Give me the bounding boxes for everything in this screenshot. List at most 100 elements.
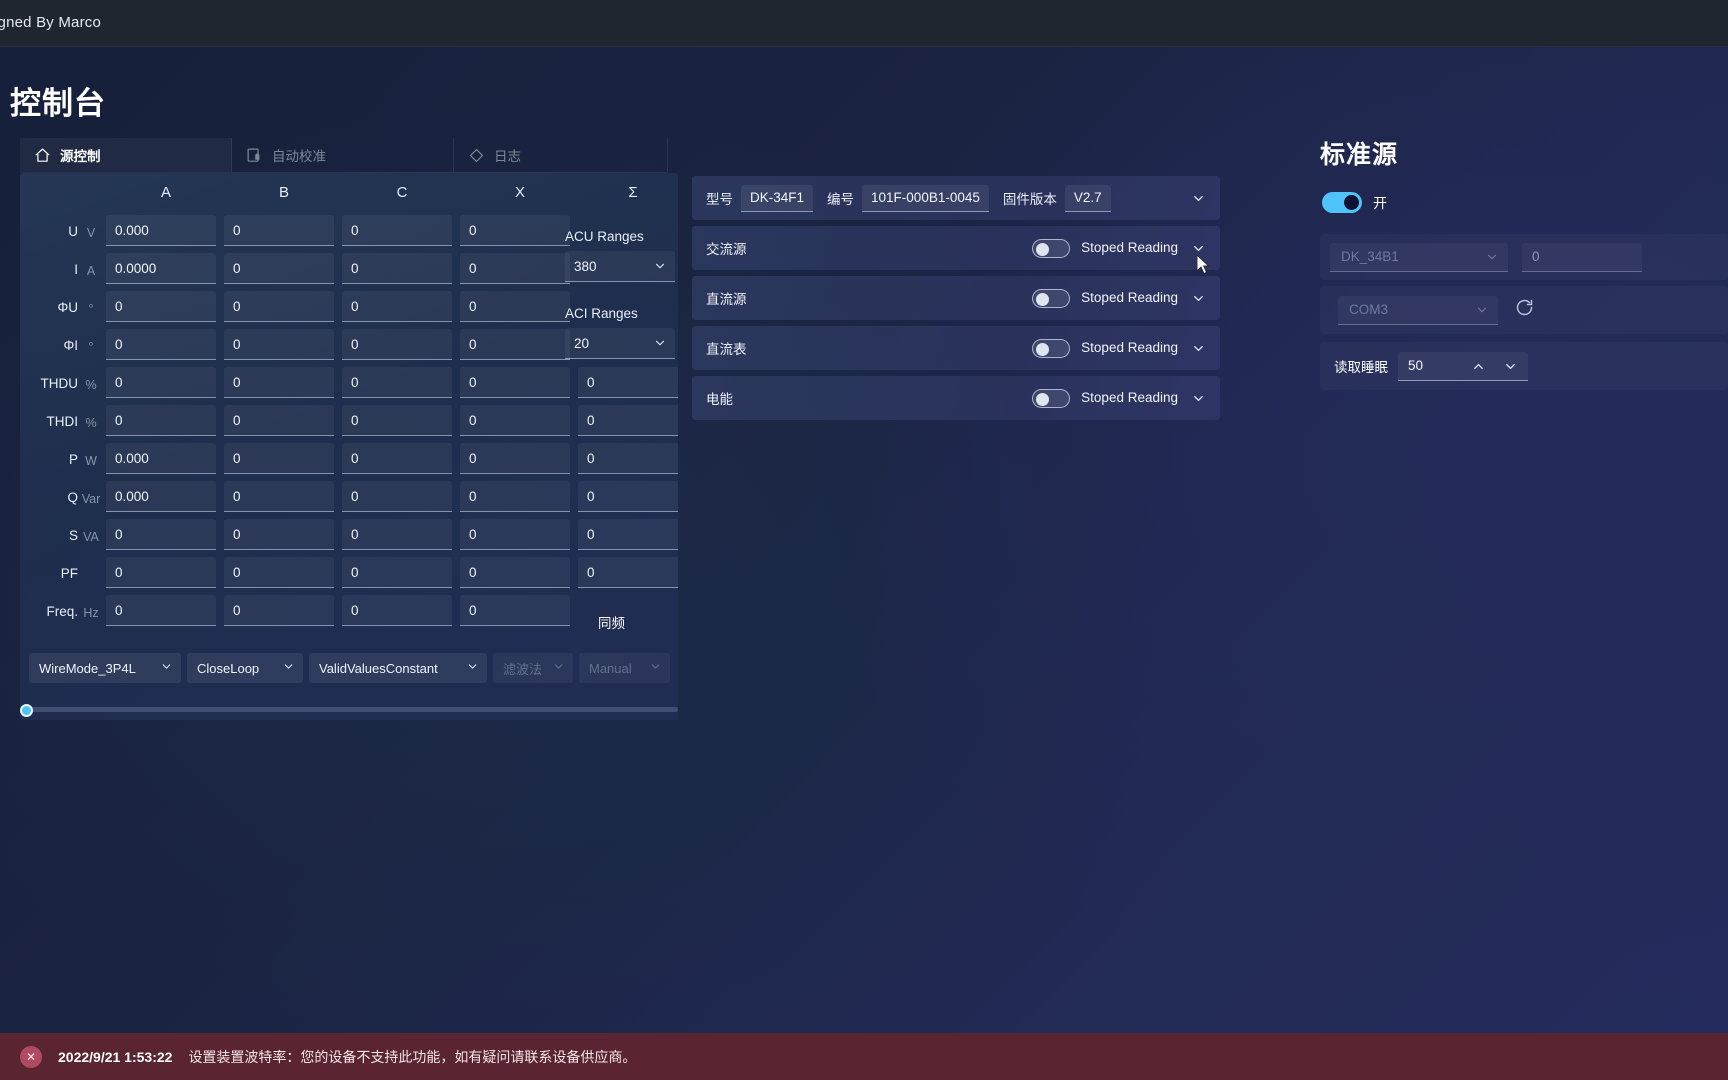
chevron-down-icon[interactable]	[1191, 341, 1206, 361]
measurement-input[interactable]: 0	[224, 253, 334, 284]
measurement-input[interactable]: 0	[460, 215, 570, 246]
chevron-down-icon[interactable]	[1191, 291, 1206, 311]
measurement-input[interactable]: 0	[106, 519, 216, 550]
measurement-input[interactable]: 0	[342, 481, 452, 512]
read-sleep-stepper[interactable]: 50	[1398, 351, 1528, 381]
scrollbar-thumb[interactable]	[20, 704, 33, 717]
measurement-input[interactable]: 0	[342, 405, 452, 436]
measurement-input[interactable]: 0	[460, 329, 570, 360]
measurement-input[interactable]: 0	[224, 519, 334, 550]
measurement-input[interactable]: 0	[106, 329, 216, 360]
chevron-down-icon[interactable]	[1191, 191, 1206, 211]
measurement-input[interactable]: 0	[224, 367, 334, 398]
manual-mode-select[interactable]: Manual	[579, 653, 670, 683]
measurement-input[interactable]: 0.000	[106, 215, 216, 246]
standard-address-input[interactable]: 0	[1522, 242, 1642, 272]
source-toggle[interactable]	[1032, 239, 1070, 258]
measurement-input[interactable]: 0	[578, 481, 678, 512]
model-value[interactable]: DK-34F1	[741, 184, 814, 212]
aci-ranges-select[interactable]: 20	[565, 328, 675, 359]
chevron-down-icon[interactable]	[1191, 391, 1206, 411]
horizontal-scrollbar[interactable]	[20, 702, 678, 718]
measurement-row: Q Var 0.000 0 0 0 0	[20, 481, 678, 519]
measurement-input[interactable]: 0	[578, 405, 678, 436]
acu-ranges-select[interactable]: 380	[565, 251, 675, 282]
measurement-input[interactable]: 0	[460, 481, 570, 512]
measurement-input[interactable]: 0	[342, 291, 452, 322]
measurement-input[interactable]: 0.000	[106, 481, 216, 512]
measurement-input[interactable]: 0	[106, 595, 216, 626]
measurement-input[interactable]: 0	[460, 367, 570, 398]
measurement-input[interactable]: 0	[578, 557, 678, 588]
measurement-input[interactable]: 0	[224, 595, 334, 626]
measurement-input[interactable]: 0	[460, 443, 570, 474]
measurement-input[interactable]: 0	[342, 443, 452, 474]
row-unit: %	[85, 416, 97, 430]
source-card: 直流表 Stoped Reading	[692, 326, 1220, 370]
measurement-input[interactable]: 0	[460, 557, 570, 588]
measurement-input[interactable]: 0	[578, 443, 678, 474]
measurement-input[interactable]: 0	[224, 329, 334, 360]
chevron-down-icon[interactable]	[1503, 359, 1518, 377]
measurement-input[interactable]: 0	[578, 519, 678, 550]
source-card-list: 交流源 Stoped Reading 直流源 Stoped Reading 直流表 Sto…	[692, 226, 1220, 420]
measurement-input[interactable]: 0.0000	[106, 253, 216, 284]
row-unit: A	[86, 264, 96, 278]
source-toggle[interactable]	[1032, 289, 1070, 308]
wire-mode-select[interactable]: WireMode_3P4L	[29, 653, 181, 683]
chevron-up-icon[interactable]	[1471, 359, 1486, 377]
measurement-input[interactable]: 0	[224, 557, 334, 588]
standard-device-select[interactable]: DK_34B1	[1330, 242, 1508, 272]
filter-method-select[interactable]: 滤波法	[493, 653, 573, 683]
chevron-down-icon	[552, 660, 565, 676]
measurement-input[interactable]: 0	[342, 557, 452, 588]
source-toggle[interactable]	[1032, 389, 1070, 408]
tab-log[interactable]: 日志	[454, 138, 668, 172]
chevron-down-icon	[653, 259, 667, 276]
measurement-input[interactable]: 0	[460, 405, 570, 436]
measurement-input[interactable]: 0	[342, 215, 452, 246]
measurement-input[interactable]: 0	[224, 291, 334, 322]
measurement-input[interactable]: 0	[224, 405, 334, 436]
measurement-input[interactable]: 0	[460, 595, 570, 626]
serial-port-select[interactable]: COM3	[1338, 295, 1498, 325]
serial-value[interactable]: 101F-000B1-0045	[862, 184, 989, 212]
tab-auto-calibration[interactable]: 自动校准	[232, 138, 454, 172]
power-toggle[interactable]	[1322, 192, 1362, 213]
chevron-down-icon	[1485, 250, 1499, 267]
measurement-input[interactable]: 0	[106, 557, 216, 588]
measurement-input[interactable]: 0	[578, 367, 678, 398]
loop-mode-select[interactable]: CloseLoop	[187, 653, 303, 683]
measurement-input[interactable]: 0	[342, 367, 452, 398]
measurement-input[interactable]: 0	[460, 291, 570, 322]
measurement-panel: A B C X Σ U V 0.000 0 0 0 I A 0.0000 0 0 0 ΦU ° 0 0 0 0 ΦI…	[20, 173, 678, 720]
measurement-input[interactable]: 0	[106, 405, 216, 436]
tab-source-control[interactable]: 源控制	[20, 138, 232, 172]
row-label: Freq.	[46, 604, 78, 619]
error-icon: ✕	[20, 1045, 42, 1068]
firmware-value[interactable]: V2.7	[1064, 184, 1111, 212]
sync-frequency-button[interactable]: 同频	[598, 612, 625, 632]
device-panel: 型号 DK-34F1 编号 101F-000B1-0045 固件版本 V2.7 …	[692, 176, 1220, 426]
measurement-input[interactable]: 0	[106, 291, 216, 322]
measurement-input[interactable]: 0	[342, 253, 452, 284]
measurement-input[interactable]: 0	[342, 595, 452, 626]
measurement-input[interactable]: 0	[342, 519, 452, 550]
measurement-input[interactable]: 0	[224, 481, 334, 512]
measurement-input[interactable]: 0	[460, 253, 570, 284]
source-toggle[interactable]	[1032, 339, 1070, 358]
row-label: I	[74, 262, 78, 277]
measurement-input[interactable]: 0	[106, 367, 216, 398]
measurement-input[interactable]: 0	[460, 519, 570, 550]
scrollbar-track[interactable]	[20, 707, 678, 712]
measurement-input[interactable]: 0	[224, 215, 334, 246]
measurement-input[interactable]: 0	[342, 329, 452, 360]
refresh-icon[interactable]	[1514, 297, 1535, 323]
measurement-input[interactable]: 0	[224, 443, 334, 474]
measurement-input[interactable]: 0.000	[106, 443, 216, 474]
valid-values-select[interactable]: ValidValuesConstant	[309, 653, 487, 683]
row-unit: VA	[83, 530, 99, 544]
loop-mode-value: CloseLoop	[197, 660, 260, 676]
row-unit: %	[85, 378, 97, 392]
toggle-knob	[1036, 293, 1049, 306]
